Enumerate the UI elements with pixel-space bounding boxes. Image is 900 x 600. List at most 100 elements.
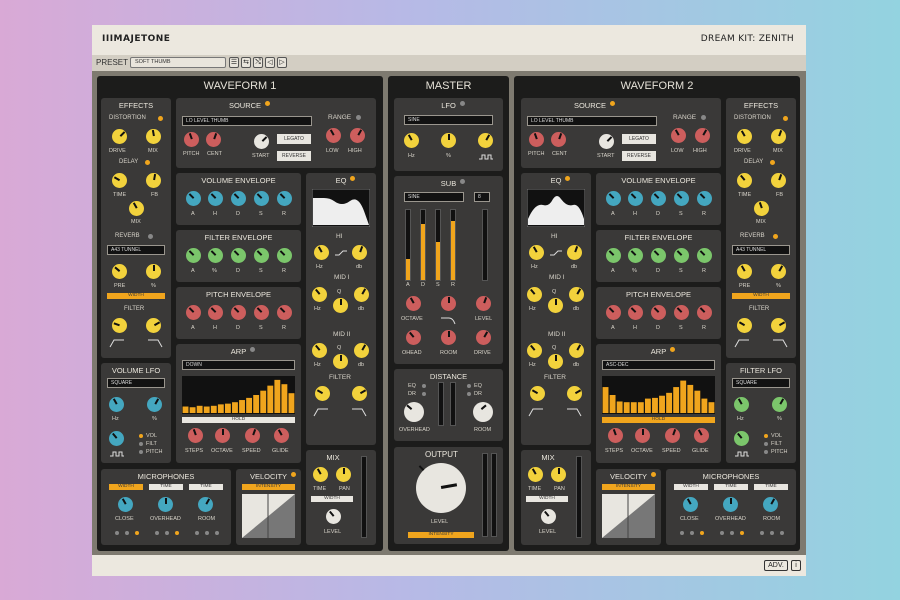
master-lfo-wave-field[interactable]: SINE xyxy=(404,115,493,125)
w1-mic-led-5[interactable] xyxy=(165,531,169,535)
w2-eq-hi-db-knob[interactable] xyxy=(567,245,582,260)
w2-venv-d-knob[interactable] xyxy=(651,191,666,206)
w2-arp-octave-knob[interactable] xyxy=(635,428,650,443)
w2-mic-time-bar[interactable]: TIME xyxy=(714,484,748,490)
w1-mic-led-8[interactable] xyxy=(205,531,209,535)
w1-lfo-pct-knob[interactable] xyxy=(147,397,162,412)
preset-compare-button[interactable]: ⇆ xyxy=(241,57,251,68)
w2-lfo-pitch-led[interactable] xyxy=(764,450,768,454)
w2-venv-r-knob[interactable] xyxy=(697,191,712,206)
w1-arp-step-bar[interactable] xyxy=(203,406,210,413)
master-distance-room-knob[interactable] xyxy=(473,402,493,422)
w1-pitch-knob[interactable] xyxy=(184,132,199,147)
w2-reverb-width-bar[interactable]: WIDTH xyxy=(732,293,790,299)
w2-mix-level-knob[interactable] xyxy=(541,509,556,524)
w1-mic-led-6[interactable] xyxy=(175,531,179,535)
w1-venv-r-knob[interactable] xyxy=(277,191,292,206)
w2-arp-step-bar[interactable] xyxy=(708,402,715,413)
w2-mic-led-2[interactable] xyxy=(690,531,694,535)
w2-eq-curve-display[interactable] xyxy=(527,189,585,227)
w1-reverb-pre-knob[interactable] xyxy=(112,264,127,279)
w1-eq-mid2-db-knob[interactable] xyxy=(354,343,369,358)
w1-mix-time-knob[interactable] xyxy=(313,467,328,482)
w1-fx-filter-low-knob[interactable] xyxy=(112,318,127,333)
w2-arp-step-bar[interactable] xyxy=(659,395,665,413)
w1-arp-hold-bar[interactable]: HOLD xyxy=(182,417,295,423)
w1-arp-step-bar[interactable] xyxy=(274,379,281,413)
w1-eq-hi-hz-knob[interactable] xyxy=(314,245,329,260)
w2-eq-mid2-q-knob[interactable] xyxy=(548,354,563,369)
w2-reverb-pre-knob[interactable] xyxy=(737,264,752,279)
w1-range-low-knob[interactable] xyxy=(326,128,341,143)
w2-fenv-s-knob[interactable] xyxy=(674,248,689,263)
w2-lfo-filt-led[interactable] xyxy=(764,442,768,446)
w1-delay-toggle[interactable] xyxy=(145,160,150,165)
w2-venv-a-knob[interactable] xyxy=(606,191,621,206)
w2-eq-mid1-q-knob[interactable] xyxy=(548,298,563,313)
w1-mix-knob[interactable] xyxy=(146,129,161,144)
w2-arp-step-bar[interactable] xyxy=(644,398,651,413)
w2-arp-glide-knob[interactable] xyxy=(694,428,709,443)
w1-arp-toggle[interactable] xyxy=(250,347,256,352)
w2-mic-led-7[interactable] xyxy=(760,531,764,535)
w1-reverb-pct-knob[interactable] xyxy=(146,264,161,279)
w2-arp-step-display[interactable] xyxy=(602,376,715,414)
w2-arp-step-bar[interactable] xyxy=(694,390,701,413)
w1-arp-octave-knob[interactable] xyxy=(215,428,230,443)
w1-legato-button[interactable]: LEGATO xyxy=(277,134,311,144)
master-drive-knob[interactable] xyxy=(476,330,491,345)
w1-venv-a-knob[interactable] xyxy=(186,191,201,206)
w1-reverb-toggle[interactable] xyxy=(148,234,153,239)
w1-eq-hi-db-knob[interactable] xyxy=(352,245,367,260)
preset-prev-button[interactable]: ◁ xyxy=(265,57,275,68)
w1-fx-filter-high-knob[interactable] xyxy=(146,318,161,333)
w2-mic-led-6[interactable] xyxy=(740,531,744,535)
master-lfo-wave-knob[interactable] xyxy=(478,133,493,148)
w2-mic-led-4[interactable] xyxy=(720,531,724,535)
w2-arp-step-bar[interactable] xyxy=(602,387,609,413)
w1-arp-step-bar[interactable] xyxy=(246,397,253,413)
master-sub-a-slider[interactable] xyxy=(405,209,411,281)
w1-mic-close-knob[interactable] xyxy=(118,497,133,512)
w1-velocity-curve[interactable] xyxy=(242,494,295,538)
w1-distortion-toggle[interactable] xyxy=(158,116,163,121)
master-sub-shape-knob[interactable] xyxy=(441,296,456,311)
w1-venv-h-knob[interactable] xyxy=(208,191,223,206)
w1-lfo-wave-field[interactable]: SQUARE xyxy=(107,378,165,388)
preset-field[interactable]: SOFT THUMB xyxy=(130,57,226,68)
w1-arp-step-bar[interactable] xyxy=(267,385,274,413)
w2-range-low-knob[interactable] xyxy=(671,128,686,143)
w2-mix-time-knob[interactable] xyxy=(528,467,543,482)
w1-arp-step-bar[interactable] xyxy=(253,395,260,413)
preset-menu-button[interactable]: ☰ xyxy=(229,57,239,68)
w2-mic-overhead-knob[interactable] xyxy=(723,497,738,512)
master-sub-octave-knob[interactable] xyxy=(406,296,421,311)
w1-reverse-button[interactable]: REVERSE xyxy=(277,151,311,161)
w2-mic-time2-bar[interactable]: TIME xyxy=(754,484,788,490)
master-distance-eq-led-right[interactable] xyxy=(467,384,471,388)
w1-penv-r-knob[interactable] xyxy=(277,305,292,320)
w1-mic-led-2[interactable] xyxy=(125,531,129,535)
w1-penv-a-knob[interactable] xyxy=(186,305,201,320)
w2-penv-h-knob[interactable] xyxy=(628,305,643,320)
w1-eq-mid1-db-knob[interactable] xyxy=(354,287,369,302)
w2-lfo-hz-knob[interactable] xyxy=(734,397,749,412)
master-sub-level-knob[interactable] xyxy=(476,296,491,311)
w2-eq-mid2-hz-knob[interactable] xyxy=(527,343,542,358)
w1-mix-level-knob[interactable] xyxy=(326,509,341,524)
w2-venv-h-knob[interactable] xyxy=(628,191,643,206)
preset-next-button[interactable]: ▷ xyxy=(277,57,287,68)
w2-mic-led-5[interactable] xyxy=(730,531,734,535)
w2-source-toggle[interactable] xyxy=(610,101,616,106)
w2-reverb-pct-knob[interactable] xyxy=(771,264,786,279)
w1-velocity-intensity-bar[interactable]: INTENSITY xyxy=(242,484,295,490)
w1-drive-knob[interactable] xyxy=(112,129,127,144)
w1-fenv-s-knob[interactable] xyxy=(254,248,269,263)
w1-penv-d-knob[interactable] xyxy=(231,305,246,320)
w2-mic-led-3[interactable] xyxy=(700,531,704,535)
w2-fenv-d-knob[interactable] xyxy=(651,248,666,263)
w1-arp-glide-knob[interactable] xyxy=(274,428,289,443)
w1-fenv-a-knob[interactable] xyxy=(186,248,201,263)
w1-arp-steps-knob[interactable] xyxy=(188,428,203,443)
master-lfo-toggle[interactable] xyxy=(459,101,465,106)
